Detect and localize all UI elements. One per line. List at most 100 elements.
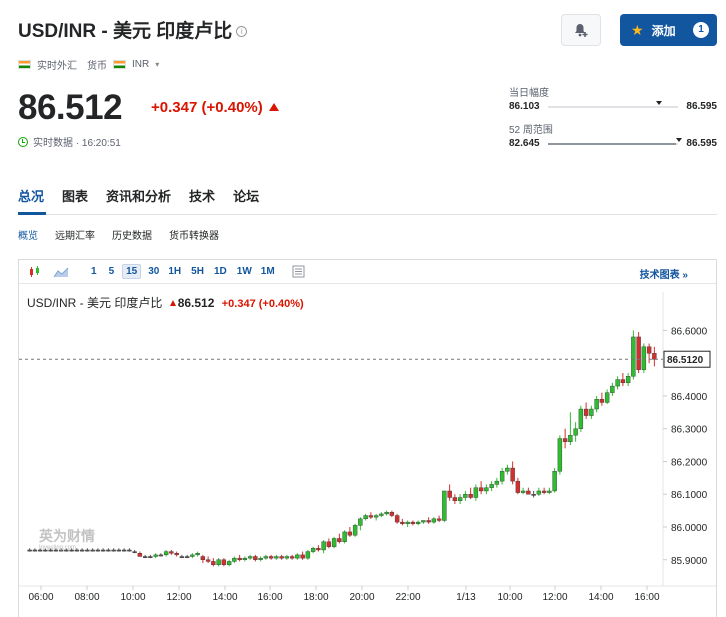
candle-body [342, 531, 347, 542]
candle-body [148, 556, 153, 558]
tab-chart[interactable]: 图表 [62, 186, 88, 205]
timeframe-1[interactable]: 1 [91, 266, 97, 277]
candle-body [562, 438, 568, 443]
current-price-label: 86.5120 [667, 355, 704, 366]
candle-body [536, 490, 542, 495]
candle-body [384, 512, 389, 515]
candle-body [106, 549, 111, 552]
candle-body [489, 484, 494, 488]
x-tick-label: 1/13 [456, 592, 476, 603]
candle-body [195, 553, 200, 556]
candle-body [184, 556, 190, 558]
subtab-historical-data[interactable]: 历史数据 [112, 227, 152, 242]
currency-selector[interactable]: INR [132, 59, 149, 70]
y-tick-label: 86.3000 [671, 425, 708, 436]
candle-body [573, 428, 578, 436]
timeframe-15[interactable]: 15 [122, 264, 142, 279]
candle-body [515, 480, 521, 493]
chevron-down-icon[interactable]: ▾ [155, 60, 159, 69]
candle-body [615, 379, 620, 387]
candle-body [268, 556, 274, 559]
area-chart-icon[interactable] [53, 265, 69, 279]
candle-body [331, 538, 337, 547]
x-tick-label: 22:00 [395, 592, 420, 603]
instrument-meta: 实时外汇 货币 INR ▾ [18, 57, 159, 72]
candle-body [531, 494, 536, 496]
calendar-icon[interactable] [291, 265, 307, 279]
timeframe-5h[interactable]: 5H [191, 266, 204, 277]
x-tick-label: 12:00 [542, 592, 567, 603]
candle-body [237, 557, 242, 560]
subtab-currency-converter[interactable]: 货币转换器 [169, 227, 219, 242]
candle-body [211, 561, 216, 565]
week52-range-high: 86.595 [686, 138, 717, 149]
candle-body [421, 520, 426, 523]
candlestick-type-icon[interactable] [27, 265, 43, 279]
x-tick-label: 14:00 [212, 592, 237, 603]
tab-forum[interactable]: 论坛 [233, 186, 259, 205]
main-tabs: 总况 图表 资讯和分析 技术 论坛 [18, 186, 259, 205]
candle-body [179, 556, 185, 558]
timeframe-1w[interactable]: 1W [237, 266, 252, 277]
candle-body [426, 520, 431, 523]
candle-body [405, 521, 410, 524]
timeframe-30[interactable]: 30 [148, 266, 159, 277]
candle-body [169, 551, 174, 554]
chart-toolbar: 1 5 15 30 1H 5H 1D 1W 1M 技术图表 » [19, 260, 716, 284]
sub-tabs: 概览 远期汇率 历史数据 货币转换器 [18, 227, 219, 242]
candle-body [163, 551, 169, 556]
x-tick-label: 06:00 [28, 592, 53, 603]
candlestick-chart[interactable]: 86.600086.500086.400086.300086.200086.10… [19, 284, 716, 617]
subtab-overview[interactable]: 概览 [18, 227, 38, 242]
timeframe-1m[interactable]: 1M [261, 266, 275, 277]
tab-divider [18, 214, 717, 215]
candle-body [394, 515, 400, 523]
candle-body [594, 399, 599, 410]
candle-body [410, 521, 416, 524]
candle-body [32, 549, 38, 552]
candle-body [625, 376, 631, 384]
tab-news-analysis[interactable]: 资讯和分析 [106, 186, 171, 205]
day-range-bar [547, 100, 679, 108]
day-range-high: 86.595 [686, 101, 717, 112]
candle-body [27, 549, 32, 552]
candle-body [226, 561, 232, 565]
candle-body [258, 557, 263, 560]
timeframe-1h[interactable]: 1H [168, 266, 181, 277]
market-type: 实时外汇 [37, 61, 77, 72]
info-icon[interactable]: i [236, 26, 248, 37]
candle-body [442, 490, 447, 521]
candle-body [610, 385, 615, 393]
tab-technical[interactable]: 技术 [189, 186, 215, 205]
candle-body [284, 556, 290, 559]
x-tick-label: 08:00 [74, 592, 99, 603]
technical-chart-link[interactable]: 技术图表 » [640, 266, 688, 281]
candle-body [373, 515, 379, 518]
candle-body [436, 518, 442, 521]
candle-body [499, 471, 505, 482]
x-tick-label: 12:00 [166, 592, 191, 603]
timeframe-5[interactable]: 5 [109, 266, 115, 277]
candle-body [321, 541, 326, 551]
candle-body [310, 548, 316, 552]
candle-body [473, 487, 479, 498]
candle-body [300, 554, 305, 559]
candle-body [431, 518, 437, 523]
candle-body [578, 408, 584, 429]
candle-body [641, 346, 647, 370]
tab-overview[interactable]: 总况 [18, 186, 44, 205]
add-to-watchlist-button[interactable]: ★ 添加 1 [620, 14, 717, 46]
candle-body [174, 553, 179, 556]
x-tick-label: 10:00 [497, 592, 522, 603]
subtab-forward-rates[interactable]: 远期汇率 [55, 227, 95, 242]
india-flag-icon [18, 60, 31, 69]
bell-plus-icon [575, 24, 588, 37]
y-tick-label: 86.4000 [671, 392, 708, 403]
timeframe-1d[interactable]: 1D [214, 266, 227, 277]
create-alert-button[interactable] [561, 14, 601, 46]
candle-body [127, 549, 132, 552]
active-tab-indicator [18, 212, 46, 215]
candle-body [221, 559, 227, 565]
add-button-label: 添加 [651, 23, 676, 38]
candle-body [589, 408, 594, 416]
